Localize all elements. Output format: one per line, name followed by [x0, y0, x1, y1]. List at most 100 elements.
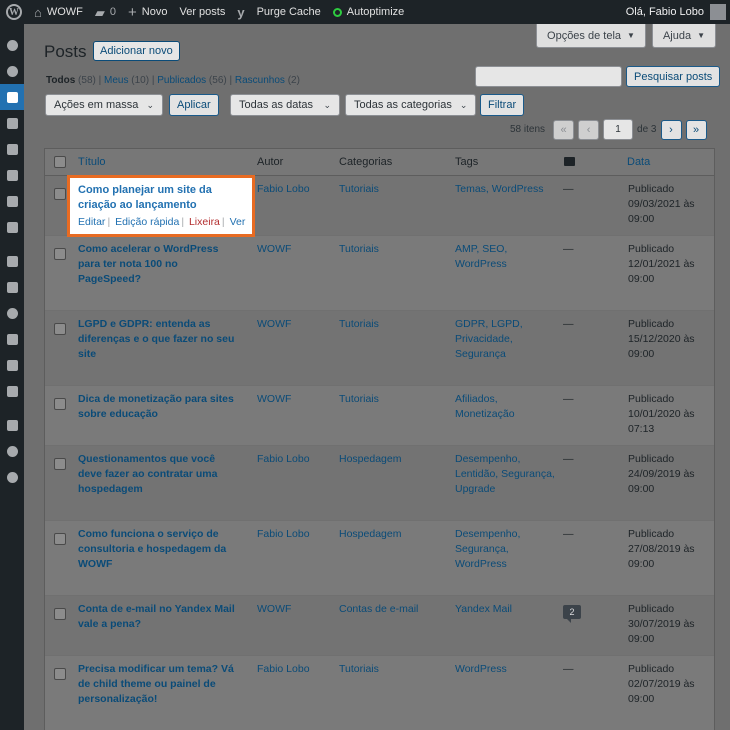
table-row: Como funciona o serviço de consultoria e…: [45, 521, 714, 596]
comments-menu[interactable]: ▰ 0: [89, 0, 122, 24]
quick-edit-link[interactable]: Edição rápida: [115, 216, 179, 228]
edit-link[interactable]: Editar: [78, 216, 105, 228]
view-published[interactable]: Publicados (56): [157, 75, 227, 86]
post-tags[interactable]: GDPR, LGPD, Privacidade, Segurança: [455, 317, 523, 362]
row-checkbox[interactable]: [54, 608, 66, 620]
settings-icon[interactable]: [0, 352, 24, 378]
post-title-link[interactable]: Como acelerar o WordPress para ter nota …: [78, 242, 218, 287]
post-category[interactable]: Tutoriais: [339, 392, 379, 407]
post-title-link[interactable]: Precisa modificar um tema? Vá de child t…: [78, 662, 234, 707]
date-filter-select[interactable]: Todas as datas ⌄: [230, 94, 340, 116]
view-link[interactable]: Ver: [230, 216, 246, 228]
add-new-button[interactable]: Adicionar novo: [93, 41, 180, 61]
view-mine-label: Meus: [104, 75, 129, 86]
view-mine[interactable]: Meus (10): [104, 75, 149, 86]
date-column-header[interactable]: Data: [627, 156, 650, 168]
row-checkbox[interactable]: [54, 533, 66, 545]
row-checkbox[interactable]: [54, 323, 66, 335]
post-tags-line: Lentidão, Segurança,: [455, 468, 555, 480]
post-category[interactable]: Tutoriais: [339, 182, 379, 197]
media-icon[interactable]: [0, 110, 24, 136]
post-author[interactable]: WOWF: [257, 392, 291, 407]
post-category[interactable]: Tutoriais: [339, 317, 379, 332]
screen-options-button[interactable]: Opções de tela ▼: [536, 24, 646, 48]
comment-bubble-icon[interactable]: [564, 157, 575, 166]
tools-icon[interactable]: [0, 326, 24, 352]
new-content-menu[interactable]: + Novo: [122, 0, 173, 24]
activity-icon[interactable]: [0, 438, 24, 464]
post-author[interactable]: WOWF: [257, 317, 291, 332]
row-checkbox[interactable]: [54, 458, 66, 470]
post-author[interactable]: Fabio Lobo: [257, 662, 310, 677]
site-name-menu[interactable]: ⌂ WOWF: [28, 0, 89, 24]
trash-link[interactable]: Lixeira: [189, 216, 220, 228]
current-page-input[interactable]: 1: [603, 119, 634, 140]
users-icon[interactable]: [0, 300, 24, 326]
seo-icon[interactable]: [0, 412, 24, 438]
post-author[interactable]: WOWF: [257, 242, 291, 257]
post-title-line: site: [78, 348, 97, 360]
my-account-menu[interactable]: Olá, Fabio Lobo: [626, 4, 730, 20]
row-checkbox[interactable]: [54, 188, 66, 200]
view-posts-label: Ver posts: [179, 6, 226, 18]
play-icon[interactable]: [0, 464, 24, 490]
next-page-button[interactable]: ›: [660, 119, 682, 140]
row-checkbox[interactable]: [54, 398, 66, 410]
post-tags[interactable]: Afiliados, Monetização: [455, 392, 515, 422]
performance-icon[interactable]: [0, 58, 24, 84]
comments-icon[interactable]: [0, 162, 24, 188]
bulk-actions-select[interactable]: Ações em massa ⌄: [45, 94, 163, 116]
title-column-header[interactable]: Título: [78, 156, 106, 168]
wordpress-logo-menu[interactable]: W: [0, 0, 28, 24]
post-title-link[interactable]: LGPD e GDPR: entenda as diferenças e o q…: [78, 317, 234, 362]
post-date-value: 30/07/2019 às: [628, 618, 695, 630]
mail-icon[interactable]: [0, 214, 24, 240]
purge-cache-button[interactable]: Purge Cache: [251, 0, 327, 24]
post-tags[interactable]: AMP, SEO, WordPress: [455, 242, 507, 272]
select-all-checkbox[interactable]: [54, 156, 66, 168]
dashboard-icon[interactable]: [0, 32, 24, 58]
post-title-line: Como acelerar o WordPress: [78, 243, 219, 255]
post-title-link[interactable]: Como funciona o serviço de consultoria e…: [78, 527, 226, 572]
post-author[interactable]: WOWF: [257, 602, 291, 617]
plugins-icon[interactable]: [0, 274, 24, 300]
search-posts-button[interactable]: Pesquisar posts: [626, 66, 721, 87]
help-button[interactable]: Ajuda ▼: [651, 24, 716, 48]
post-title-link[interactable]: Como planejar um site da criação ao lanç…: [78, 183, 243, 213]
appearance-icon[interactable]: [0, 248, 24, 274]
post-category[interactable]: Tutoriais: [339, 242, 379, 257]
post-category[interactable]: Hospedagem: [339, 452, 401, 467]
post-tags[interactable]: Yandex Mail: [455, 602, 512, 617]
category-filter-select[interactable]: Todas as categorias ⌄: [345, 94, 476, 116]
view-drafts[interactable]: Rascunhos (2): [235, 75, 300, 86]
post-title-link[interactable]: Dica de monetização para sites sobre edu…: [78, 392, 234, 422]
post-author[interactable]: Fabio Lobo: [257, 527, 310, 542]
view-posts-link[interactable]: Ver posts: [173, 0, 231, 24]
view-all[interactable]: Todos (58): [46, 75, 96, 86]
search-input[interactable]: [475, 66, 622, 87]
autoptimize-menu[interactable]: Autoptimize: [327, 0, 410, 24]
post-author[interactable]: Fabio Lobo: [257, 182, 310, 197]
post-title-line: personalização!: [78, 693, 158, 705]
forms-icon[interactable]: [0, 188, 24, 214]
mail-settings-icon[interactable]: [0, 378, 24, 404]
yoast-menu[interactable]: y: [231, 0, 250, 24]
row-checkbox[interactable]: [54, 668, 66, 680]
post-author[interactable]: Fabio Lobo: [257, 452, 310, 467]
posts-pin-icon[interactable]: [0, 84, 24, 110]
filter-button[interactable]: Filtrar: [480, 94, 525, 116]
post-title-link[interactable]: Conta de e-mail no Yandex Mail vale a pe…: [78, 602, 235, 632]
post-tags[interactable]: Desempenho, Segurança, WordPress: [455, 527, 520, 572]
pages-icon[interactable]: [0, 136, 24, 162]
post-tags[interactable]: Temas, WordPress: [455, 182, 544, 197]
apply-button[interactable]: Aplicar: [169, 94, 219, 116]
last-page-button[interactable]: »: [685, 119, 707, 140]
post-category[interactable]: Tutoriais: [339, 662, 379, 677]
post-category[interactable]: Hospedagem: [339, 527, 401, 542]
post-tags[interactable]: WordPress: [455, 662, 507, 677]
post-tags[interactable]: Desempenho, Lentidão, Segurança, Upgrade: [455, 452, 555, 497]
post-category[interactable]: Contas de e-mail: [339, 602, 418, 617]
row-checkbox[interactable]: [54, 248, 66, 260]
post-title-link[interactable]: Questionamentos que você deve fazer ao c…: [78, 452, 217, 497]
comment-count-bubble[interactable]: 2: [563, 605, 581, 623]
